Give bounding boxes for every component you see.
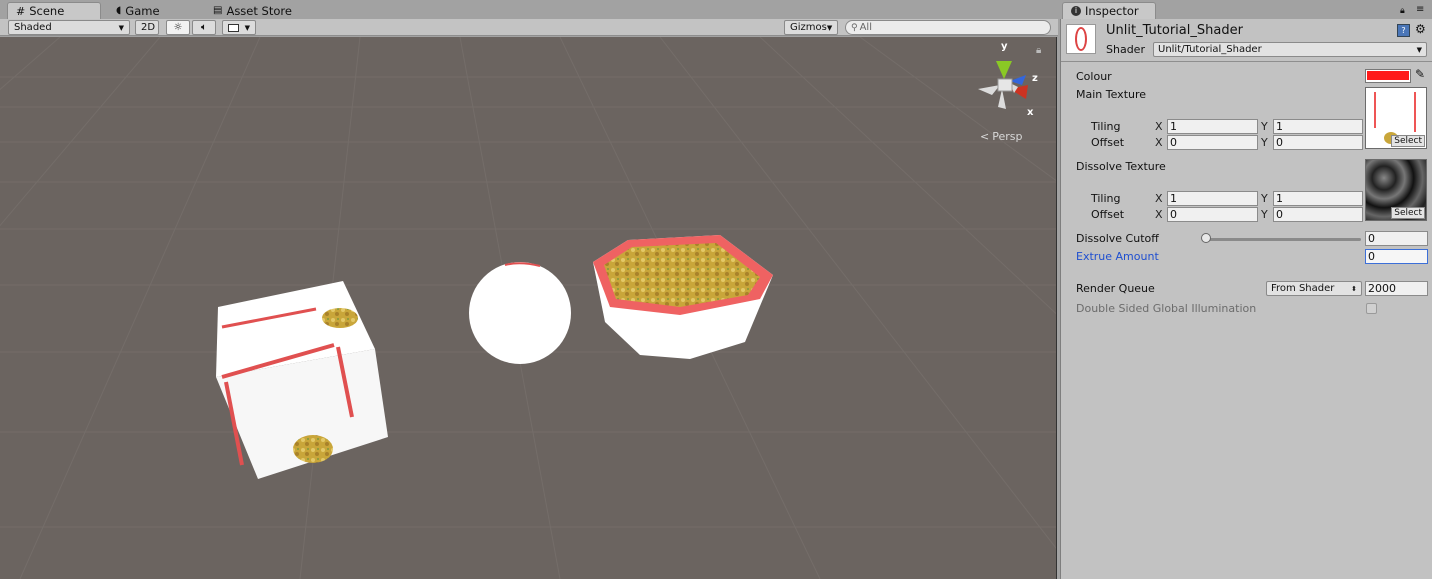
main-offset-label: Offset (1091, 136, 1125, 149)
inspector-panel: Unlit_Tutorial_Shader ? ⚙ Shader Unlit/T… (1060, 19, 1432, 579)
dissolve-offset-x-label: X (1155, 208, 1163, 221)
extrue-amount-field[interactable]: 0 (1365, 249, 1428, 264)
tab-asset-store-label: Asset Store (226, 3, 292, 18)
gizmos-dropdown[interactable]: Gizmos ▼ (784, 20, 838, 35)
shader-dropdown[interactable]: Unlit/Tutorial_Shader ▼ (1153, 42, 1427, 57)
dropdown-arrow-icon: ▼ (244, 23, 250, 32)
main-texture-slot[interactable]: Select (1365, 87, 1427, 149)
bowl-object (593, 235, 773, 359)
dissolve-tiling-x-field[interactable]: 1 (1167, 191, 1258, 206)
shading-mode-label: Shaded (14, 22, 52, 33)
scene-toolbar: Shaded ▼ 2D ☼ 🔈︎ ▼ Gizmos ▼ ⚲ All (0, 19, 1058, 36)
shader-label: Shader (1106, 43, 1145, 56)
dissolve-offset-y-label: Y (1261, 208, 1268, 221)
projection-label: Persp (992, 130, 1023, 143)
tab-scene[interactable]: # Scene (7, 2, 101, 19)
main-texture-label: Main Texture (1076, 88, 1147, 101)
material-name: Unlit_Tutorial_Shader (1106, 23, 1243, 38)
colour-label: Colour (1076, 70, 1112, 83)
dissolve-cutoff-slider-track[interactable] (1203, 238, 1361, 241)
updown-arrow-icon: ⬍ (1351, 284, 1357, 293)
dropdown-arrow-icon: ▼ (826, 23, 833, 32)
dissolve-tiling-x-label: X (1155, 192, 1163, 205)
dissolve-tiling-y-field[interactable]: 1 (1273, 191, 1363, 206)
dissolve-cutoff-slider-thumb[interactable] (1201, 233, 1211, 243)
render-queue-field[interactable]: 2000 (1365, 281, 1428, 296)
help-icon[interactable]: ? (1397, 24, 1410, 37)
render-queue-mode: From Shader (1271, 283, 1335, 294)
dissolve-cutoff-label: Dissolve Cutoff (1076, 232, 1159, 245)
effects-dropdown[interactable]: ▼ (222, 20, 256, 35)
inspector-tab-strip: i Inspector 🔒︎ ≡ (1060, 0, 1432, 19)
tab-asset-store[interactable]: ▤ Asset Store (205, 2, 300, 19)
scene-render (0, 37, 1056, 579)
store-icon: ▤ (213, 5, 223, 16)
pacman-icon: ◖ (116, 5, 122, 16)
dropdown-arrow-icon: ▼ (118, 23, 124, 32)
dissolve-texture-select-button[interactable]: Select (1391, 207, 1425, 219)
2d-toggle-button[interactable]: 2D (135, 20, 159, 35)
colour-swatch[interactable] (1365, 69, 1411, 83)
double-sided-gi-checkbox[interactable] (1366, 303, 1377, 314)
projection-toggle[interactable]: < Persp (980, 130, 1022, 143)
extrue-amount-label: Extrue Amount (1076, 250, 1159, 263)
main-offset-y-label: Y (1261, 136, 1268, 149)
tab-inspector-label: Inspector (1085, 4, 1139, 18)
dropdown-arrow-icon: ▼ (1416, 45, 1422, 54)
axis-y-label: y (1001, 41, 1008, 52)
dissolve-offset-y-field[interactable]: 0 (1273, 207, 1363, 222)
axis-x-label: x (1027, 107, 1034, 118)
main-tiling-x-label: X (1155, 120, 1163, 133)
tab-inspector[interactable]: i Inspector (1062, 2, 1156, 19)
lock-icon[interactable]: 🔒︎ (1036, 45, 1041, 56)
main-tiling-x-field[interactable]: 1 (1167, 119, 1258, 134)
double-sided-gi-label: Double Sided Global Illumination (1076, 302, 1257, 315)
shader-value: Unlit/Tutorial_Shader (1158, 44, 1262, 55)
image-icon (228, 23, 239, 32)
cube-object (216, 281, 388, 479)
tab-scene-label: Scene (29, 4, 65, 18)
dissolve-offset-label: Offset (1091, 208, 1125, 221)
search-icon: ⚲ (851, 22, 858, 33)
render-queue-dropdown[interactable]: From Shader ⬍ (1266, 281, 1362, 296)
info-icon: i (1071, 6, 1081, 16)
scene-search-input[interactable]: ⚲ All (845, 20, 1051, 35)
divider (1061, 61, 1432, 62)
sphere-object (469, 262, 571, 364)
menu-icon[interactable]: ≡ (1416, 4, 1424, 15)
render-queue-label: Render Queue (1076, 282, 1155, 295)
scene-viewport[interactable]: y z x 🔒︎ < Persp (0, 37, 1057, 579)
grid-icon: # (16, 4, 26, 18)
search-placeholder: All (859, 22, 872, 33)
dissolve-texture-label: Dissolve Texture (1076, 160, 1166, 173)
tab-game[interactable]: ◖ Game (108, 2, 168, 19)
main-offset-y-field[interactable]: 0 (1273, 135, 1363, 150)
lock-icon[interactable]: 🔒︎ (1400, 6, 1405, 16)
perspective-icon: < (980, 130, 990, 143)
tab-game-label: Game (125, 3, 160, 18)
main-offset-x-field[interactable]: 0 (1167, 135, 1258, 150)
axis-z-label: z (1032, 73, 1038, 84)
audio-toggle[interactable]: 🔈︎ (192, 20, 216, 35)
main-tiling-label: Tiling (1091, 120, 1121, 133)
sun-icon: ☼ (173, 22, 183, 33)
speaker-icon: 🔈︎ (201, 22, 207, 33)
eyedropper-icon[interactable]: ✎ (1415, 67, 1425, 81)
dissolve-tiling-y-label: Y (1261, 192, 1268, 205)
main-tiling-y-field[interactable]: 1 (1273, 119, 1363, 134)
shading-mode-dropdown[interactable]: Shaded ▼ (8, 20, 130, 35)
material-preview-icon (1066, 24, 1096, 54)
2d-label: 2D (141, 22, 156, 33)
gear-icon[interactable]: ⚙ (1415, 22, 1426, 36)
dissolve-texture-slot[interactable]: Select (1365, 159, 1427, 221)
scene-tab-strip: # Scene ◖ Game ▤ Asset Store (0, 0, 1058, 19)
main-texture-select-button[interactable]: Select (1391, 135, 1425, 147)
dissolve-tiling-label: Tiling (1091, 192, 1121, 205)
main-offset-x-label: X (1155, 136, 1163, 149)
dissolve-offset-x-field[interactable]: 0 (1167, 207, 1258, 222)
gizmos-label: Gizmos (790, 22, 827, 33)
main-tiling-y-label: Y (1261, 120, 1268, 133)
dissolve-cutoff-field[interactable]: 0 (1365, 231, 1428, 246)
lighting-toggle[interactable]: ☼ (166, 20, 190, 35)
